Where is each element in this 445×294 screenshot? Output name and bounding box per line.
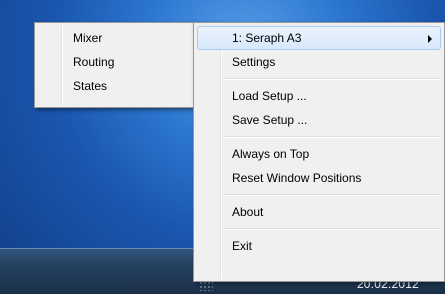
tray-context-menu: 1: Seraph A3 Settings Load Setup ... Sav… (193, 22, 445, 282)
menu-item-save-setup[interactable]: Save Setup ... (194, 108, 444, 132)
menu-item-label: Exit (232, 239, 253, 253)
menu-item-label: 1: Seraph A3 (232, 31, 302, 45)
menu-item-load-setup[interactable]: Load Setup ... (194, 84, 444, 108)
menu-item-label: States (73, 79, 108, 93)
menu-item-label: Load Setup ... (232, 89, 307, 103)
menu-item-label: Settings (232, 55, 276, 69)
menu-separator (224, 228, 442, 230)
menu-item-label: Mixer (73, 31, 103, 45)
menu-item-exit[interactable]: Exit (194, 234, 444, 258)
menu-item-states[interactable]: States (35, 74, 193, 98)
menu-item-settings[interactable]: Settings (194, 50, 444, 74)
menu-item-label: Save Setup ... (232, 113, 308, 127)
menu-item-reset-window-positions[interactable]: Reset Window Positions (194, 166, 444, 190)
menu-separator (224, 136, 442, 138)
submenu-arrow-icon (428, 35, 432, 43)
menu-item-label: About (232, 205, 264, 219)
menu-item-mixer[interactable]: Mixer (35, 26, 193, 50)
menu-separator (224, 194, 442, 196)
menu-item-label: Routing (73, 55, 115, 69)
taskbar-grip[interactable] (199, 281, 213, 291)
menu-item-about[interactable]: About (194, 200, 444, 224)
menu-item-always-on-top[interactable]: Always on Top (194, 142, 444, 166)
menu-item-label: Always on Top (232, 147, 310, 161)
menu-item-routing[interactable]: Routing (35, 50, 193, 74)
menu-separator (224, 78, 442, 80)
menu-item-device[interactable]: 1: Seraph A3 (197, 26, 441, 50)
menu-item-label: Reset Window Positions (232, 171, 362, 185)
device-submenu: Mixer Routing States (34, 22, 194, 108)
